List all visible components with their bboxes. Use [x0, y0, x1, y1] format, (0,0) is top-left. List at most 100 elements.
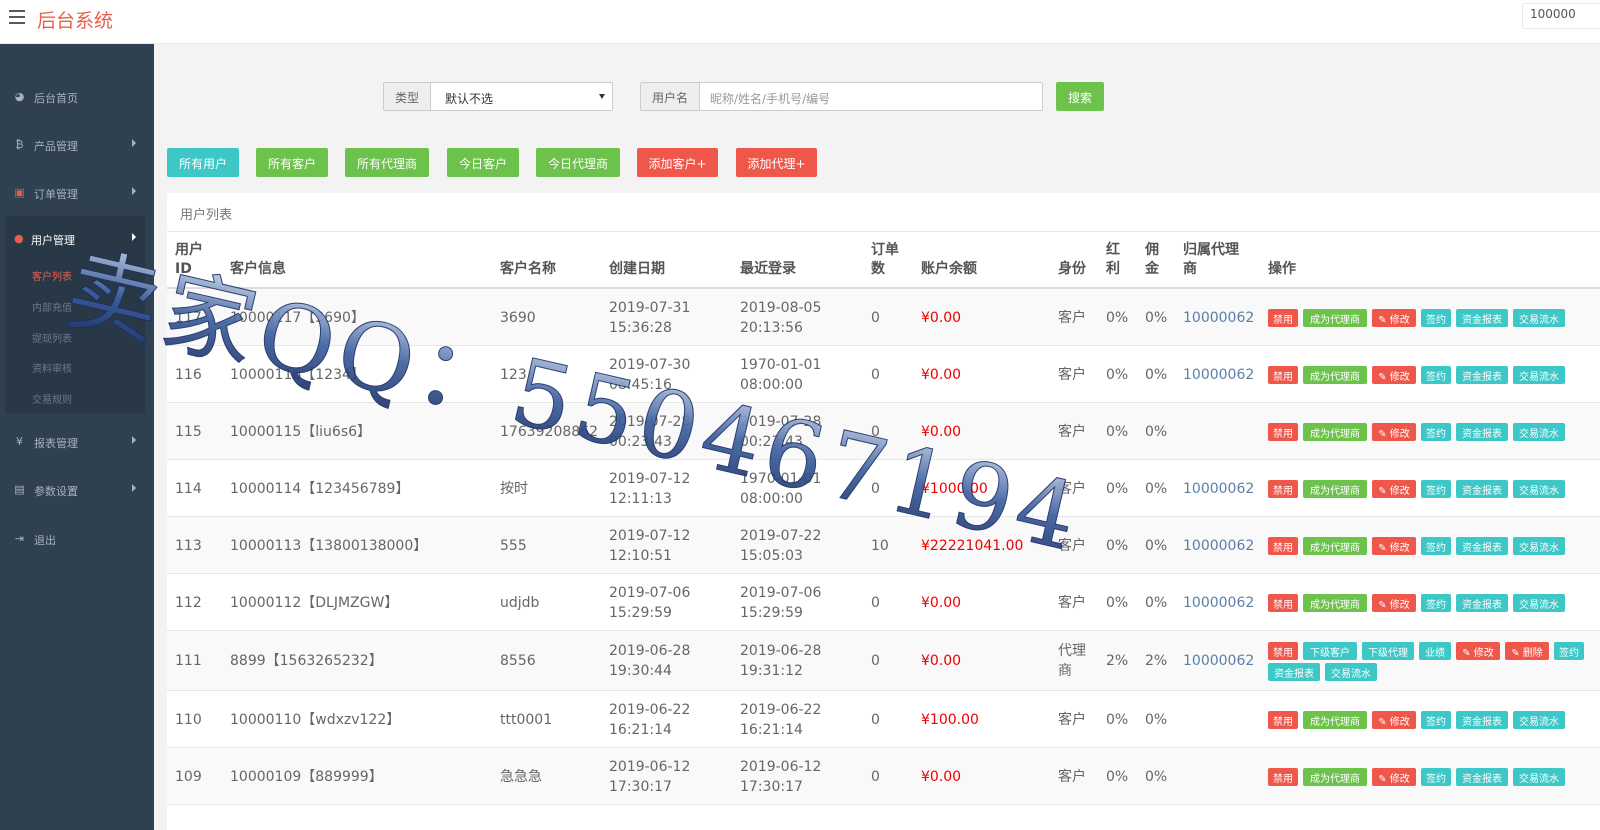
- cell-commission: 0%: [1145, 481, 1168, 497]
- make-agent-button[interactable]: 成为代理商: [1303, 594, 1367, 612]
- sign-button[interactable]: 签约: [1421, 309, 1451, 327]
- sign-button[interactable]: 签约: [1421, 768, 1451, 786]
- bitcoin-icon: ₿: [15, 138, 24, 151]
- table-row: 113 10000113【13800138000】 555 10 ¥22221041.0…: [167, 517, 1600, 574]
- sidebar-subitem-withdrawals[interactable]: 提现列表: [32, 330, 72, 345]
- search-button[interactable]: 搜索: [1056, 82, 1104, 111]
- trade-flow-button[interactable]: 交易流水: [1513, 537, 1565, 555]
- disable-button[interactable]: 禁用: [1268, 711, 1298, 729]
- fund-report-button[interactable]: 资金报表: [1456, 309, 1508, 327]
- edit-button[interactable]: ✎ 修改: [1372, 537, 1416, 555]
- sidebar-item-orders[interactable]: ▣ 订单管理: [0, 180, 154, 208]
- disable-button[interactable]: 禁用: [1268, 642, 1298, 660]
- sidebar-item-products[interactable]: ₿ 产品管理: [0, 132, 154, 160]
- fund-report-button[interactable]: 资金报表: [1456, 594, 1508, 612]
- filter-today-customers-button[interactable]: 今日客户: [447, 148, 519, 177]
- col-header-name: 客户名称: [500, 261, 556, 277]
- col-header-info: 客户信息: [230, 261, 286, 277]
- filter-all-users-button[interactable]: 所有用户: [167, 148, 239, 177]
- username-label: 用户名: [641, 83, 700, 110]
- edit-button[interactable]: ✎ 修改: [1372, 423, 1416, 441]
- sidebar-item-home[interactable]: ◕ 后台首页: [0, 84, 154, 112]
- fund-report-button[interactable]: 资金报表: [1456, 480, 1508, 498]
- trade-flow-button[interactable]: 交易流水: [1513, 309, 1565, 327]
- trade-flow-button[interactable]: 交易流水: [1325, 663, 1377, 681]
- trade-flow-button[interactable]: 交易流水: [1513, 423, 1565, 441]
- disable-button[interactable]: 禁用: [1268, 768, 1298, 786]
- make-agent-button[interactable]: 成为代理商: [1303, 309, 1367, 327]
- sign-button[interactable]: 签约: [1421, 537, 1451, 555]
- sign-button[interactable]: 签约: [1421, 423, 1451, 441]
- sidebar-subitem-review[interactable]: 资料审核: [32, 360, 72, 375]
- cell-bonus: 0%: [1106, 481, 1129, 497]
- filter-all-agents-button[interactable]: 所有代理商: [345, 148, 429, 177]
- cell-bonus: 0%: [1106, 538, 1129, 554]
- disable-button[interactable]: 禁用: [1268, 423, 1298, 441]
- edit-button[interactable]: ✎ 修改: [1372, 594, 1416, 612]
- disable-button[interactable]: 禁用: [1268, 537, 1298, 555]
- make-agent-button[interactable]: 成为代理商: [1303, 768, 1367, 786]
- cell-commission: 0%: [1145, 367, 1168, 383]
- trade-flow-button[interactable]: 交易流水: [1513, 711, 1565, 729]
- cell-agent: 10000062: [1183, 538, 1255, 554]
- sidebar-item-users[interactable]: ● 用户管理: [5, 226, 145, 254]
- edit-button[interactable]: ✎ 修改: [1372, 480, 1416, 498]
- sub-agents-button[interactable]: 下级代理: [1362, 642, 1414, 660]
- disable-button[interactable]: 禁用: [1268, 309, 1298, 327]
- sign-button[interactable]: 签约: [1421, 594, 1451, 612]
- cell-created: 2019-06-28 19:30:44: [609, 643, 691, 679]
- cell-commission: 2%: [1145, 653, 1168, 669]
- fund-report-button[interactable]: 资金报表: [1456, 537, 1508, 555]
- cell-agent: 10000062: [1183, 310, 1255, 326]
- disable-button[interactable]: 禁用: [1268, 480, 1298, 498]
- fund-report-button[interactable]: 资金报表: [1456, 423, 1508, 441]
- filter-today-agents-button[interactable]: 今日代理商: [536, 148, 620, 177]
- sub-customers-button[interactable]: 下级客户: [1303, 642, 1357, 660]
- edit-button[interactable]: ✎ 修改: [1456, 642, 1500, 660]
- sidebar-subitem-customers[interactable]: 客户列表: [32, 268, 72, 283]
- sign-button[interactable]: 签约: [1554, 642, 1584, 660]
- sign-button[interactable]: 签约: [1421, 480, 1451, 498]
- edit-button[interactable]: ✎ 修改: [1372, 711, 1416, 729]
- make-agent-button[interactable]: 成为代理商: [1303, 480, 1367, 498]
- edit-button[interactable]: ✎ 修改: [1372, 768, 1416, 786]
- add-agent-button[interactable]: 添加代理+: [736, 148, 817, 177]
- sidebar-item-reports[interactable]: ¥ 报表管理: [0, 429, 154, 457]
- cell-name: 17639208862: [500, 424, 598, 440]
- cell-created: 2019-07-28 00:23:43: [609, 414, 691, 450]
- filter-all-customers-button[interactable]: 所有客户: [256, 148, 328, 177]
- fund-report-button[interactable]: 资金报表: [1268, 663, 1320, 681]
- trade-flow-button[interactable]: 交易流水: [1513, 768, 1565, 786]
- type-select[interactable]: 默认不选: [431, 83, 612, 110]
- cell-info: 10000114【123456789】: [230, 481, 410, 497]
- sidebar-subitem-recharge[interactable]: 内部充值: [32, 299, 72, 314]
- menu-toggle-icon[interactable]: [9, 10, 25, 24]
- cell-commission: 0%: [1145, 424, 1168, 440]
- fund-report-button[interactable]: 资金报表: [1456, 711, 1508, 729]
- sidebar-item-settings[interactable]: ▤ 参数设置: [0, 477, 154, 505]
- trade-flow-button[interactable]: 交易流水: [1513, 594, 1565, 612]
- fund-report-button[interactable]: 资金报表: [1456, 366, 1508, 384]
- col-header-bonus: 红利: [1106, 242, 1120, 277]
- trade-flow-button[interactable]: 交易流水: [1513, 366, 1565, 384]
- make-agent-button[interactable]: 成为代理商: [1303, 711, 1367, 729]
- cell-balance: ¥22221041.00: [921, 538, 1024, 554]
- username-search-input[interactable]: 昵称/姓名/手机号/编号: [700, 83, 1042, 110]
- disable-button[interactable]: 禁用: [1268, 594, 1298, 612]
- sign-button[interactable]: 签约: [1421, 711, 1451, 729]
- make-agent-button[interactable]: 成为代理商: [1303, 366, 1367, 384]
- add-customer-button[interactable]: 添加客户+: [637, 148, 718, 177]
- make-agent-button[interactable]: 成为代理商: [1303, 423, 1367, 441]
- disable-button[interactable]: 禁用: [1268, 366, 1298, 384]
- sign-button[interactable]: 签约: [1421, 366, 1451, 384]
- user-account-box[interactable]: 100000: [1522, 3, 1600, 29]
- make-agent-button[interactable]: 成为代理商: [1303, 537, 1367, 555]
- sidebar-item-logout[interactable]: ⇥ 退出: [0, 526, 154, 554]
- edit-button[interactable]: ✎ 修改: [1372, 309, 1416, 327]
- sidebar-subitem-rules[interactable]: 交易规则: [32, 391, 72, 406]
- trade-flow-button[interactable]: 交易流水: [1513, 480, 1565, 498]
- edit-button[interactable]: ✎ 修改: [1372, 366, 1416, 384]
- delete-button[interactable]: ✎ 删除: [1505, 642, 1549, 660]
- performance-button[interactable]: 业绩: [1419, 642, 1451, 660]
- fund-report-button[interactable]: 资金报表: [1456, 768, 1508, 786]
